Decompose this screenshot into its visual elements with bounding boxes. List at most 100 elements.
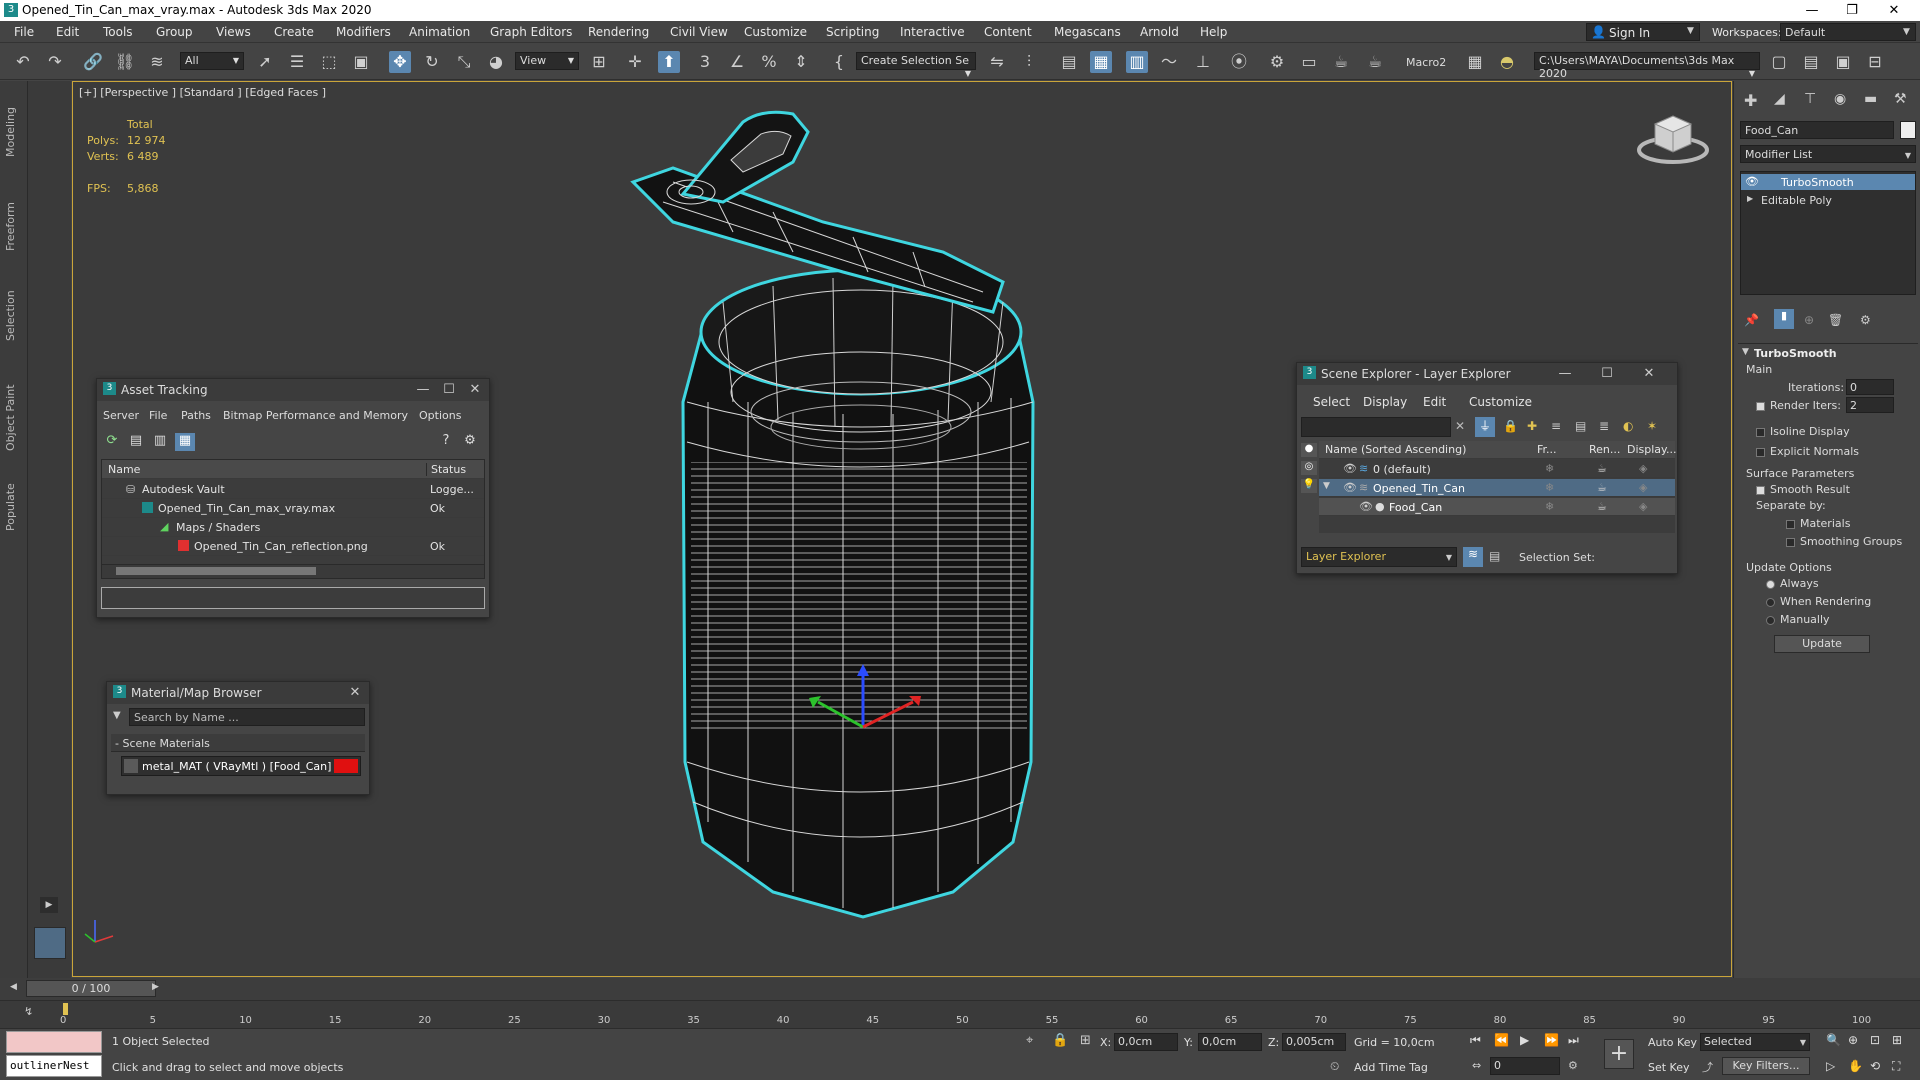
layer-stack-icon[interactable]: ≣ [1599,419,1609,433]
menu-megascans[interactable]: Megascans [1054,25,1121,39]
scrollbar-thumb[interactable] [116,567,316,575]
maxscript-mini-listener[interactable]: outlinerNest [6,1055,102,1077]
selection-set-icon[interactable]: ▤ [1489,549,1500,563]
orbit-icon[interactable]: ⟲ [1870,1059,1880,1073]
remove-modifier-icon[interactable]: 🗑 [1828,313,1843,327]
modifier-list-dropdown[interactable]: Modifier List ▼ [1740,145,1916,163]
collapse-icon[interactable]: ▼ [1323,481,1330,491]
auto-key-button[interactable]: Auto Key [1648,1036,1697,1049]
display-icon[interactable]: ◈ [1639,500,1647,513]
se-menu-edit[interactable]: Edit [1423,395,1446,409]
project-path-dropdown[interactable]: C:\Users\MAYA\Documents\3ds Max 2020 ▼ [1534,52,1760,80]
maximize-icon[interactable]: ☐ [1597,366,1617,382]
utilities-tab-icon[interactable]: ⚒ [1894,91,1907,107]
turbosmooth-rollout-title[interactable]: TurboSmooth [1754,347,1837,360]
table-row[interactable]: Opened_Tin_Can_reflection.png Ok [102,537,484,556]
next-frame-icon[interactable]: ▶ [152,982,159,992]
set-key-icon[interactable]: + [1604,1039,1634,1069]
pivot-center-icon[interactable]: ⊞ [588,51,610,73]
scale-icon[interactable]: ⤡ [453,51,475,73]
configure-modifier-sets-icon[interactable]: ⚙ [1860,313,1871,327]
object-color-swatch[interactable] [1900,121,1916,139]
modify-tab-icon[interactable]: ◢ [1774,91,1785,107]
freeze-icon[interactable]: ❄ [1545,462,1554,475]
make-unique-icon[interactable]: ⊕ [1804,313,1814,327]
maxscript-mini-listener-top[interactable] [6,1031,102,1053]
column-render[interactable]: Ren... [1589,443,1620,456]
layer-explorer-toggle-icon[interactable]: ≋ [1463,547,1483,567]
close-icon[interactable]: ✕ [465,382,485,398]
eye-icon[interactable]: 👁 [1343,481,1357,494]
filter-icon[interactable]: ⏚ [1475,417,1495,437]
scene-materials-group[interactable]: - Scene Materials [111,734,365,752]
render-icon[interactable]: ☕ [1597,462,1607,475]
make-current-icon[interactable]: ▤ [1575,419,1586,433]
asset-menu-file[interactable]: File [149,409,167,422]
material-editor-icon[interactable]: ⦿ [1228,51,1250,73]
pin-stack-icon[interactable]: 📌 [1744,313,1759,327]
project-folder-icon[interactable]: ▢ [1768,51,1790,73]
menu-graph-editors[interactable]: Graph Editors [490,25,572,39]
list-view-icon[interactable]: ▤ [127,433,145,451]
when-rendering-radio[interactable] [1766,597,1775,610]
asset-path-field[interactable] [101,587,485,609]
table-row[interactable]: ◢ Maps / Shaders [102,518,484,537]
modifier-stack-item[interactable]: 👁 TurboSmooth [1741,174,1915,190]
display-lights-icon[interactable]: 💡 [1301,479,1317,493]
menu-content[interactable]: Content [984,25,1032,39]
rotate-icon[interactable]: ↻ [421,51,443,73]
add-time-tag[interactable]: Add Time Tag [1354,1061,1428,1074]
key-filters-button[interactable]: Key Filters... [1722,1057,1810,1075]
se-menu-customize[interactable]: Customize [1469,395,1532,409]
viewcube-icon[interactable] [1633,102,1713,172]
grid-icon[interactable]: ▦ [1464,51,1486,73]
chevron-down-icon[interactable]: ▼ [113,710,121,721]
spinner-snap-icon[interactable]: ⇕ [790,51,812,73]
toolbar-icon-c[interactable]: ⊟ [1864,51,1886,73]
key-mode-toggle-icon[interactable]: ⤴ [1702,1059,1713,1075]
iterations-spinner[interactable]: 0 [1846,379,1894,395]
create-layer-icon[interactable]: ✚ [1527,419,1537,433]
material-item[interactable]: metal_MAT ( VRayMtl ) [Food_Can] [121,756,361,776]
settings-icon[interactable]: ⚙ [461,433,479,451]
materials-checkbox[interactable] [1786,519,1795,532]
display-icon[interactable]: ◈ [1639,462,1647,475]
freeze-icon[interactable]: ❄ [1545,500,1554,513]
viewport-label[interactable]: [+] [Perspective ] [Standard ] [Edged Fa… [79,86,326,99]
align-icon[interactable]: ⫶ [1018,51,1040,73]
move-icon[interactable]: ✥ [389,51,411,73]
zoom-icon[interactable]: 🔍 [1826,1033,1841,1047]
menu-rendering[interactable]: Rendering [588,25,649,39]
sign-in-dropdown[interactable]: 👤 Sign In ▼ [1586,23,1700,41]
sync-icon[interactable]: ✶ [1647,419,1657,433]
render-active-shade-icon[interactable]: ☕ [1364,51,1386,73]
material-browser-titlebar[interactable]: 3 Material/Map Browser ✕ [107,682,369,704]
column-name[interactable]: Name [108,463,140,476]
track-bar[interactable]: ↯ 0 5 10 15 20 25 30 35 40 45 50 55 60 65 70 75 80 85 90 95… [0,1000,1920,1028]
placement-icon[interactable]: ◕ [485,51,507,73]
menu-help[interactable]: Help [1200,25,1227,39]
toggle-layer-explorer-icon[interactable]: ▦ [1090,51,1112,73]
minimize-icon[interactable]: — [413,382,433,398]
toolbar-icon-b[interactable]: ▣ [1832,51,1854,73]
tab-freeform[interactable]: Freeform [4,191,24,251]
next-key-icon[interactable]: ⏩ [1544,1033,1559,1047]
asset-menu-bitmap[interactable]: Bitmap Performance and Memory [223,409,408,422]
create-tab-icon[interactable]: ✚ [1744,91,1757,110]
sun-icon[interactable]: ◓ [1496,51,1518,73]
z-coordinate-field[interactable]: 0,005cm [1282,1033,1346,1051]
menu-views[interactable]: Views [216,25,251,39]
close-icon[interactable]: ✕ [345,685,365,701]
time-tag-icon[interactable]: ⏲ [1330,1059,1339,1074]
select-by-name-icon[interactable]: ☰ [286,51,308,73]
manually-radio[interactable] [1766,615,1775,628]
asset-menu-options[interactable]: Options [419,409,461,422]
named-selection-dropdown[interactable]: Create Selection Se ▼ [856,52,976,78]
curve-editor-icon[interactable]: 〜 [1158,51,1180,73]
macro-label[interactable]: Macro2 [1406,56,1446,69]
horizontal-scrollbar[interactable] [102,564,484,578]
menu-interactive[interactable]: Interactive [900,25,965,39]
time-configuration-icon[interactable]: ⚙ [1568,1059,1578,1072]
menu-file[interactable]: File [14,25,34,39]
field-of-view-icon[interactable]: ▷ [1826,1059,1835,1073]
